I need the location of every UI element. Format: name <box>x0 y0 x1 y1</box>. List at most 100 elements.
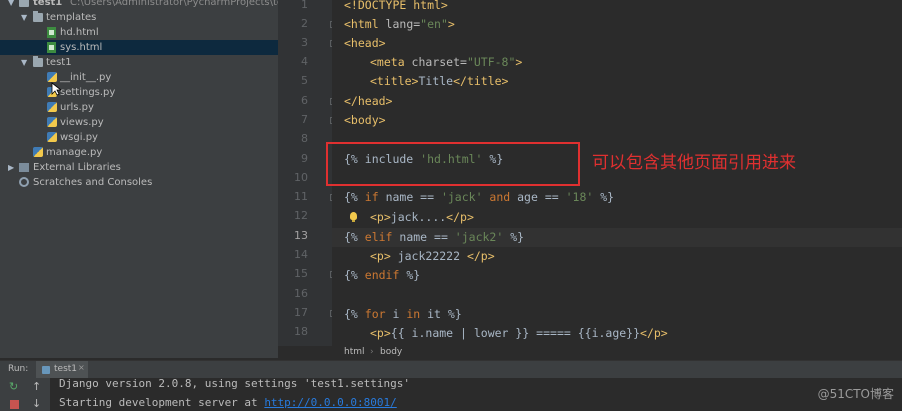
line-number: 14 <box>294 248 308 261</box>
code-token: Title <box>418 74 454 88</box>
code-token: {% <box>344 190 365 204</box>
python-file-icon <box>47 72 57 82</box>
project-path: C:\Users\Administrator\PycharmProjects\t… <box>70 0 278 8</box>
intention-bulb-icon[interactable] <box>350 212 357 222</box>
code-token: {{ i.name | lower }} ===== {{i.age}} <box>390 326 641 340</box>
tree-item-label: manage.py <box>46 147 103 158</box>
console-text: Starting development server at <box>59 396 265 409</box>
code-token: charset= <box>411 55 467 69</box>
code-line: </head> <box>344 92 392 111</box>
code-token: jack22222 <box>390 249 467 263</box>
html-file-icon <box>47 42 56 53</box>
code-token: elif <box>364 230 393 244</box>
code-line: <p> jack22222 </p> <box>370 247 495 266</box>
line-number: 5 <box>301 74 308 87</box>
console-line: Starting development server at http://0.… <box>59 396 397 409</box>
scratches-icon <box>19 177 29 187</box>
code-token: name == <box>378 190 441 204</box>
line-number: 3 <box>301 36 308 49</box>
rerun-icon[interactable]: ↻ <box>9 380 18 393</box>
code-token: jack.... <box>390 210 447 224</box>
code-token: <title> <box>370 74 419 88</box>
run-label: Run: <box>8 364 29 374</box>
code-token: "UTF-8" <box>466 55 516 69</box>
scroll-up-icon[interactable]: ↑ <box>32 380 41 393</box>
code-token: 'jack' <box>440 190 483 204</box>
line-number: 10 <box>294 171 308 184</box>
stop-icon[interactable] <box>10 400 19 409</box>
line-number: 11 <box>294 190 308 203</box>
code-token: %} <box>399 268 421 282</box>
annotation-text: 可以包含其他页面引用进来 <box>592 153 796 173</box>
code-token: <p> <box>370 326 391 340</box>
tree-item-label: hd.html <box>60 27 99 38</box>
line-number-current: 13 <box>294 229 308 242</box>
line-number: 9 <box>301 152 308 165</box>
code-token: lang= <box>385 17 421 31</box>
tree-item-label: templates <box>46 12 97 23</box>
code-token: </p> <box>640 326 668 340</box>
code-line: <p>{{ i.name | lower }} ===== {{i.age}}<… <box>370 324 668 343</box>
python-file-icon <box>33 147 43 157</box>
code-token: <head> <box>344 36 386 50</box>
code-token: <p> <box>370 210 391 224</box>
code-line: <meta charset="UTF-8"> <box>370 53 522 72</box>
code-token: <!DOCTYPE html> <box>344 0 448 12</box>
run-toolbar: ↻ ↑ ↓ <box>0 378 50 411</box>
code-token: <html <box>344 17 386 31</box>
tree-item-label: views.py <box>60 117 104 128</box>
expand-arrow-icon[interactable]: ▶ <box>8 160 14 175</box>
tree-item-label: test1 <box>33 0 63 8</box>
code-line: <p>jack....</p> <box>370 208 474 227</box>
breadcrumb-item-html[interactable]: html <box>344 347 365 357</box>
code-token: {% <box>344 307 365 321</box>
expand-arrow-icon[interactable]: ▼ <box>21 55 27 70</box>
code-token: in <box>406 307 421 321</box>
server-url-link[interactable]: http://0.0.0.0:8001/ <box>264 396 396 409</box>
code-token: and <box>482 190 511 204</box>
python-file-icon <box>47 102 57 112</box>
code-token: name == <box>392 230 455 244</box>
line-number: 8 <box>301 132 308 145</box>
close-tab-icon[interactable]: × <box>78 363 85 372</box>
code-line: {% endif %} <box>344 266 420 285</box>
line-number: 17 <box>294 306 308 319</box>
tree-item-label: test1 <box>46 57 72 68</box>
code-line: <head> <box>344 34 386 53</box>
code-token: if <box>364 190 379 204</box>
code-token: </p> <box>446 210 474 224</box>
line-number: 1 <box>301 0 308 11</box>
line-number: 15 <box>294 267 308 280</box>
code-token: %} <box>593 190 615 204</box>
code-line: <body> <box>344 111 386 130</box>
mouse-cursor-icon <box>51 82 61 96</box>
folder-icon <box>33 56 43 67</box>
code-token: > <box>515 55 523 69</box>
line-number: 6 <box>301 94 308 107</box>
breadcrumb-item-body[interactable]: body <box>380 347 402 357</box>
code-line: {% if name == 'jack' and age == '18' %} <box>344 188 614 207</box>
run-console[interactable]: Django version 2.0.8, using settings 'te… <box>50 377 902 411</box>
code-token: </title> <box>453 74 509 88</box>
code-token: endif <box>364 268 400 282</box>
code-token: age == <box>510 190 566 204</box>
line-number: 12 <box>294 209 308 222</box>
expand-arrow-icon[interactable]: ▼ <box>21 10 27 25</box>
annotation-highlight-box <box>326 142 580 186</box>
code-line: {% for i in it %} <box>344 305 462 324</box>
tree-item-label: urls.py <box>60 102 94 113</box>
expand-arrow-icon[interactable]: ▼ <box>8 0 14 10</box>
python-file-icon <box>47 117 57 127</box>
project-tree: ▼ test1 C:\Users\Administrator\PycharmPro… <box>0 0 278 358</box>
tree-item-sys-html[interactable]: sys.html <box>0 40 278 55</box>
scroll-down-icon[interactable]: ↓ <box>32 397 41 410</box>
line-number: 18 <box>294 325 308 338</box>
tree-item-label: Scratches and Consoles <box>33 177 153 188</box>
code-token: <p> <box>370 249 391 263</box>
tree-item-label: External Libraries <box>33 162 121 173</box>
folder-icon <box>19 0 29 7</box>
line-number: 7 <box>301 113 308 126</box>
code-token: </p> <box>466 249 495 263</box>
code-token: "en" <box>420 17 448 31</box>
tree-item-label: wsgi.py <box>60 132 98 143</box>
